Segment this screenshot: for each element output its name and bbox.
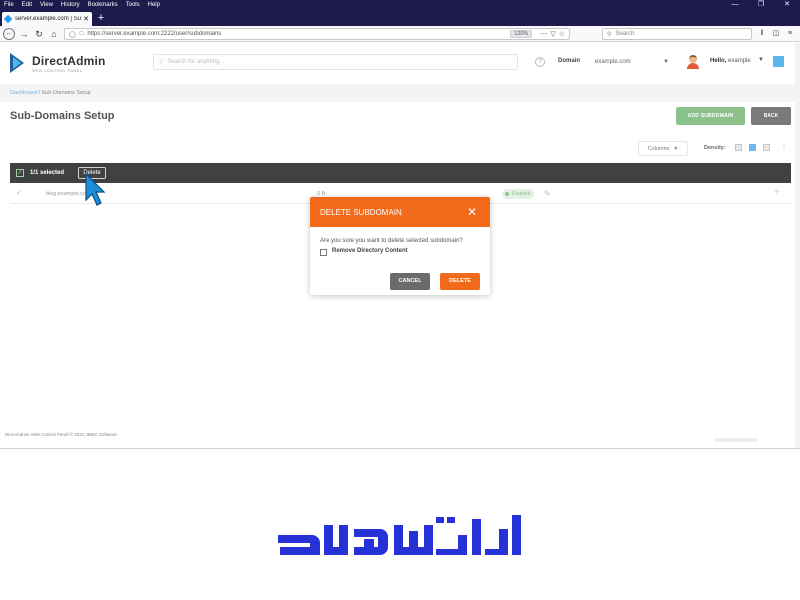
browser-tabbar: server.example.com | Sub-Do ✕ + bbox=[0, 10, 800, 26]
forward-icon[interactable]: → bbox=[18, 28, 30, 40]
page-actions-icon[interactable]: ⋯ bbox=[540, 30, 547, 38]
remove-directory-checkbox[interactable] bbox=[320, 249, 327, 256]
add-subdomain-button[interactable]: ADD SUBDOMAIN bbox=[676, 107, 745, 125]
menu-bookmarks[interactable]: Bookmarks bbox=[84, 0, 122, 10]
browser-navbar: ← → ↻ ⌂ ◯ □ https://server.example.com:2… bbox=[0, 26, 800, 42]
greeting-prefix: Hello, bbox=[710, 58, 727, 64]
minimize-icon[interactable]: — bbox=[722, 0, 748, 10]
more-options-icon[interactable]: ⋮ bbox=[781, 143, 787, 150]
domain-label: Domain bbox=[558, 58, 581, 64]
skin-settings-icon[interactable] bbox=[773, 56, 784, 67]
menu-history[interactable]: History bbox=[57, 0, 84, 10]
brand-logo bbox=[278, 515, 521, 555]
footer-copyright: DirectAdmin Web Control Panel © 2021 JBM… bbox=[5, 432, 117, 437]
favicon-icon bbox=[3, 14, 13, 24]
density-comfortable-option[interactable] bbox=[763, 144, 770, 151]
menu-tools[interactable]: Tools bbox=[122, 0, 144, 10]
help-icon[interactable]: ? bbox=[535, 57, 545, 67]
density-label: Density: bbox=[704, 145, 726, 151]
tab-title: server.example.com | Sub-Do bbox=[15, 16, 81, 22]
menu-view[interactable]: View bbox=[36, 0, 57, 10]
row-checkbox[interactable]: ✓ bbox=[16, 190, 24, 198]
browser-menubar: File Edit View History Bookmarks Tools H… bbox=[0, 0, 800, 10]
chevron-down-icon: ▼ bbox=[663, 59, 669, 65]
library-icon[interactable]: ‖ bbox=[756, 28, 768, 40]
add-row-icon[interactable]: + bbox=[774, 187, 780, 198]
breadcrumb-home-link[interactable]: Dashboard bbox=[10, 90, 37, 96]
columns-select[interactable]: Columns ▼ bbox=[638, 141, 688, 156]
back-button[interactable]: BACK bbox=[751, 107, 791, 125]
reload-icon[interactable]: ↻ bbox=[33, 28, 45, 40]
browser-search-input[interactable]: ⚲ Search bbox=[602, 28, 752, 40]
hamburger-menu-icon[interactable]: ≡ bbox=[784, 28, 796, 40]
user-greeting[interactable]: Hello, example bbox=[710, 58, 751, 64]
density-normal-option[interactable] bbox=[749, 144, 756, 151]
page-title: Sub-Domains Setup bbox=[10, 110, 115, 122]
dialog-header: DELETE SUBDOMAIN ✕ bbox=[310, 197, 490, 227]
breadcrumb-current: / Sub-Domains Setup bbox=[38, 90, 91, 96]
selection-bar: ✓ 1/1 selected Delete bbox=[10, 163, 791, 183]
menu-file[interactable]: File bbox=[0, 0, 18, 10]
global-search-placeholder: Search for anything... bbox=[167, 59, 225, 65]
status-badge: Enabled bbox=[502, 189, 535, 199]
logo-tagline: WEB CONTROL PANEL bbox=[32, 67, 83, 73]
menu-help[interactable]: Help bbox=[144, 0, 164, 10]
page-scrollbar[interactable] bbox=[795, 43, 800, 448]
lock-icon[interactable]: □ bbox=[80, 31, 84, 37]
breadcrumb: Dashboard / Sub-Domains Setup bbox=[0, 84, 800, 102]
window-controls: — ❐ ✕ bbox=[722, 0, 800, 10]
app-header: DirectAdmin WEB CONTROL PANEL ⚲ Search f… bbox=[0, 43, 800, 83]
density-compact-option[interactable] bbox=[735, 144, 742, 151]
avatar[interactable] bbox=[686, 54, 700, 70]
restore-icon[interactable]: ❐ bbox=[748, 0, 774, 10]
divider bbox=[0, 448, 800, 449]
close-icon[interactable]: ✕ bbox=[467, 206, 477, 218]
subdomain-name[interactable]: blog.example.com bbox=[46, 191, 91, 197]
username: example bbox=[728, 58, 751, 64]
browser-tab[interactable]: server.example.com | Sub-Do ✕ bbox=[2, 12, 92, 26]
pocket-icon[interactable]: ▽ bbox=[550, 30, 555, 38]
close-window-icon[interactable]: ✕ bbox=[774, 0, 800, 10]
selection-count: 1/1 selected bbox=[30, 170, 65, 176]
edit-icon[interactable]: ✎ bbox=[544, 189, 551, 198]
bookmark-star-icon[interactable]: ☆ bbox=[559, 30, 565, 38]
shield-icon[interactable]: ◯ bbox=[69, 31, 76, 38]
cancel-button[interactable]: CANCEL bbox=[390, 273, 430, 290]
new-tab-icon[interactable]: + bbox=[96, 11, 106, 25]
domain-value: example.com bbox=[595, 59, 631, 65]
url-text: https://server.example.com:2222/user/sub… bbox=[87, 31, 222, 37]
dialog-title: DELETE SUBDOMAIN bbox=[320, 207, 402, 217]
sidebar-icon[interactable]: ◫ bbox=[770, 28, 782, 40]
menu-edit[interactable]: Edit bbox=[18, 0, 36, 10]
search-placeholder: Search bbox=[615, 31, 635, 37]
url-bar[interactable]: ◯ □ https://server.example.com:2222/user… bbox=[64, 28, 570, 40]
remove-directory-label[interactable]: Remove Directory Content bbox=[332, 248, 408, 254]
select-all-checkbox[interactable]: ✓ bbox=[16, 169, 24, 177]
home-icon[interactable]: ⌂ bbox=[48, 28, 60, 40]
mouse-cursor-icon bbox=[85, 173, 106, 206]
user-menu-chevron-icon[interactable]: ▼ bbox=[758, 57, 764, 63]
search-icon: ⚲ bbox=[159, 59, 164, 66]
browser-toolbar-right: ‖ ◫ ≡ bbox=[756, 28, 798, 40]
logo-name: DirectAdmin bbox=[32, 53, 106, 68]
zoom-badge[interactable]: 120% bbox=[510, 30, 533, 38]
directadmin-logo[interactable]: DirectAdmin WEB CONTROL PANEL bbox=[10, 53, 106, 73]
columns-label: Columns bbox=[647, 145, 670, 152]
directadmin-logo-icon bbox=[10, 53, 26, 73]
back-icon[interactable]: ← bbox=[3, 27, 15, 40]
domain-select[interactable]: example.com ▼ bbox=[590, 54, 674, 70]
confirm-delete-button[interactable]: DELETE bbox=[440, 273, 480, 290]
chevron-down-icon: ▼ bbox=[673, 145, 679, 152]
footer-links bbox=[714, 438, 758, 442]
dialog-question: Are you sure you want to delete selected… bbox=[320, 238, 463, 244]
delete-subdomain-dialog: DELETE SUBDOMAIN ✕ Are you sure you want… bbox=[310, 197, 490, 295]
tab-close-icon[interactable]: ✕ bbox=[83, 15, 89, 23]
search-icon: ⚲ bbox=[607, 31, 612, 38]
global-search-input[interactable]: ⚲ Search for anything... bbox=[153, 54, 518, 70]
